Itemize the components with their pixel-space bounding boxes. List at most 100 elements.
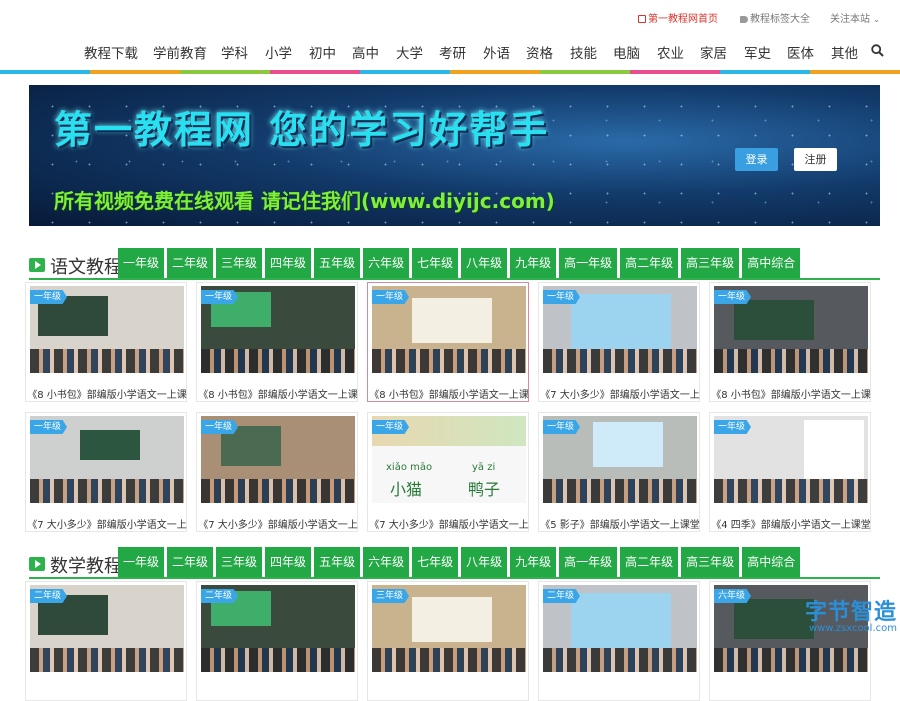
nav-item[interactable]: 教程下载 xyxy=(84,42,138,62)
grade-badge: 三年级 xyxy=(372,589,410,603)
grade-tab[interactable]: 七年级 xyxy=(412,248,459,278)
nav-item[interactable]: 电脑 xyxy=(613,42,640,62)
video-card[interactable]: 一年级《4 四季》部编版小学语文一上课堂 xyxy=(709,412,871,532)
video-title[interactable]: 《7 大小多少》部编版小学语文一上 xyxy=(368,516,530,531)
video-thumbnail[interactable]: 一年级 xyxy=(201,416,355,503)
video-thumbnail[interactable]: 一年级 xyxy=(201,286,355,373)
video-title[interactable]: 《8 小书包》部编版小学语文一上课 xyxy=(368,386,530,401)
grade-tab[interactable]: 五年级 xyxy=(314,547,361,577)
grade-tab[interactable]: 一年级 xyxy=(118,248,165,278)
nav-item[interactable]: 高中 xyxy=(352,42,379,62)
grade-tab[interactable]: 高中综合 xyxy=(742,547,801,577)
grade-tab[interactable]: 八年级 xyxy=(461,248,508,278)
video-thumbnail[interactable]: 一年级 xyxy=(543,286,697,373)
video-thumbnail[interactable]: 一年级 xyxy=(543,416,697,503)
video-title[interactable]: 《5 影子》部编版小学语文一上课堂 xyxy=(539,516,701,531)
video-card[interactable]: 一年级《5 影子》部编版小学语文一上课堂 xyxy=(538,412,700,532)
grade-tab[interactable]: 四年级 xyxy=(265,248,312,278)
nav-item[interactable]: 农业 xyxy=(657,42,684,62)
grade-tab[interactable]: 高三年级 xyxy=(681,248,740,278)
blackboard xyxy=(80,430,140,460)
grade-tab[interactable]: 三年级 xyxy=(216,248,263,278)
video-thumbnail[interactable]: xiǎo māo 小猫 yā zi 鸭子 一年级 xyxy=(372,416,526,503)
video-title[interactable]: 《8 小书包》部编版小学语文一上课 xyxy=(710,386,872,401)
tags-link[interactable]: 教程标签大全 xyxy=(740,10,810,25)
video-thumbnail[interactable]: 一年级 xyxy=(372,286,526,373)
video-card[interactable]: 一年级《8 小书包》部编版小学语文一上课 xyxy=(25,282,187,402)
grade-tab[interactable]: 高三年级 xyxy=(681,547,740,577)
nav-item[interactable]: 外语 xyxy=(483,42,510,62)
nav-item[interactable]: 学科 xyxy=(221,42,248,62)
nav-item[interactable]: 军史 xyxy=(744,42,771,62)
grade-tab[interactable]: 七年级 xyxy=(412,547,459,577)
register-button[interactable]: 注册 xyxy=(794,148,837,171)
video-card[interactable]: 一年级《7 大小多少》部编版小学语文一上 xyxy=(196,412,358,532)
video-title[interactable]: 《7 大小多少》部编版小学语文一上 xyxy=(539,386,701,401)
nav-item[interactable]: 大学 xyxy=(396,42,423,62)
rainbow-divider xyxy=(0,70,900,74)
video-card[interactable]: 二年级 xyxy=(25,581,187,701)
follow-link[interactable]: 关注本站 ⌄ xyxy=(830,10,880,25)
grade-tab[interactable]: 八年级 xyxy=(461,547,508,577)
tag-icon xyxy=(740,16,748,23)
nav-item[interactable]: 初中 xyxy=(309,42,336,62)
video-card[interactable]: xiǎo māo 小猫 yā zi 鸭子 一年级《7 大小多少》部编版小学语文一上 xyxy=(367,412,529,532)
grade-badge: 二年级 xyxy=(201,589,239,603)
video-thumbnail[interactable]: 一年级 xyxy=(30,416,184,503)
video-thumbnail[interactable]: 一年级 xyxy=(714,286,868,373)
thumbnail-caption: 小猫 xyxy=(390,480,423,499)
video-title[interactable]: 《4 四季》部编版小学语文一上课堂 xyxy=(710,516,872,531)
video-card[interactable]: 三年级 xyxy=(367,581,529,701)
grade-tab[interactable]: 高一年级 xyxy=(559,248,618,278)
video-thumbnail[interactable]: 三年级 xyxy=(372,585,526,672)
thumbnail-caption: 鸭子 xyxy=(468,480,501,499)
nav-item[interactable]: 其他 xyxy=(831,42,858,62)
section-title[interactable]: 数学教程 xyxy=(50,552,122,578)
site-banner: 第一教程网 您的学习好帮手 所有视频免费在线观看 请记住我们(www.diyij… xyxy=(29,85,880,226)
video-card[interactable]: 二年级 xyxy=(196,581,358,701)
video-title[interactable]: 《7 大小多少》部编版小学语文一上 xyxy=(197,516,359,531)
section-title[interactable]: 语文教程 xyxy=(50,253,122,279)
nav-item[interactable]: 小学 xyxy=(265,42,292,62)
video-thumbnail[interactable]: 一年级 xyxy=(714,416,868,503)
video-card[interactable]: 一年级《8 小书包》部编版小学语文一上课 xyxy=(709,282,871,402)
video-thumbnail[interactable]: 一年级 xyxy=(30,286,184,373)
grade-tab[interactable]: 高中综合 xyxy=(742,248,801,278)
nav-item[interactable]: 家居 xyxy=(700,42,727,62)
login-button[interactable]: 登录 xyxy=(735,148,778,171)
grade-tab[interactable]: 六年级 xyxy=(363,547,410,577)
nav-item[interactable]: 技能 xyxy=(570,42,597,62)
grade-tab[interactable]: 九年级 xyxy=(510,547,557,577)
video-thumbnail[interactable]: 二年级 xyxy=(30,585,184,672)
grade-tab[interactable]: 高二年级 xyxy=(620,248,679,278)
video-title[interactable]: 《8 小书包》部编版小学语文一上课 xyxy=(26,386,188,401)
grade-tab[interactable]: 高二年级 xyxy=(620,547,679,577)
video-card[interactable]: 二年级 xyxy=(538,581,700,701)
nav-item[interactable]: 考研 xyxy=(439,42,466,62)
grade-tab[interactable]: 一年级 xyxy=(118,547,165,577)
nav-item[interactable]: 医体 xyxy=(787,42,814,62)
search-icon[interactable] xyxy=(871,44,884,57)
rainbow-segment xyxy=(270,70,360,74)
grade-tab[interactable]: 二年级 xyxy=(167,248,214,278)
grade-tab[interactable]: 三年级 xyxy=(216,547,263,577)
grade-tab[interactable]: 二年级 xyxy=(167,547,214,577)
grade-tab[interactable]: 五年级 xyxy=(314,248,361,278)
video-card[interactable]: 一年级《8 小书包》部编版小学语文一上课 xyxy=(367,282,529,402)
video-thumbnail[interactable]: 二年级 xyxy=(543,585,697,672)
grade-tab[interactable]: 高一年级 xyxy=(559,547,618,577)
nav-item[interactable]: 资格 xyxy=(526,42,553,62)
grade-tab[interactable]: 四年级 xyxy=(265,547,312,577)
grade-tab[interactable]: 六年级 xyxy=(363,248,410,278)
watermark-logo-text: 字节智造 xyxy=(804,600,897,625)
nav-item[interactable]: 学前教育 xyxy=(153,42,207,62)
video-card[interactable]: 一年级《8 小书包》部编版小学语文一上课 xyxy=(196,282,358,402)
video-title[interactable]: 《8 小书包》部编版小学语文一上课 xyxy=(197,386,359,401)
video-thumbnail[interactable]: 二年级 xyxy=(201,585,355,672)
video-card[interactable]: 一年级《7 大小多少》部编版小学语文一上 xyxy=(25,412,187,532)
banner-title: 第一教程网 您的学习好帮手 xyxy=(54,108,550,152)
homepage-link[interactable]: 第一教程网首页 xyxy=(638,10,718,25)
grade-tab[interactable]: 九年级 xyxy=(510,248,557,278)
video-title[interactable]: 《7 大小多少》部编版小学语文一上 xyxy=(26,516,188,531)
video-card[interactable]: 一年级《7 大小多少》部编版小学语文一上 xyxy=(538,282,700,402)
